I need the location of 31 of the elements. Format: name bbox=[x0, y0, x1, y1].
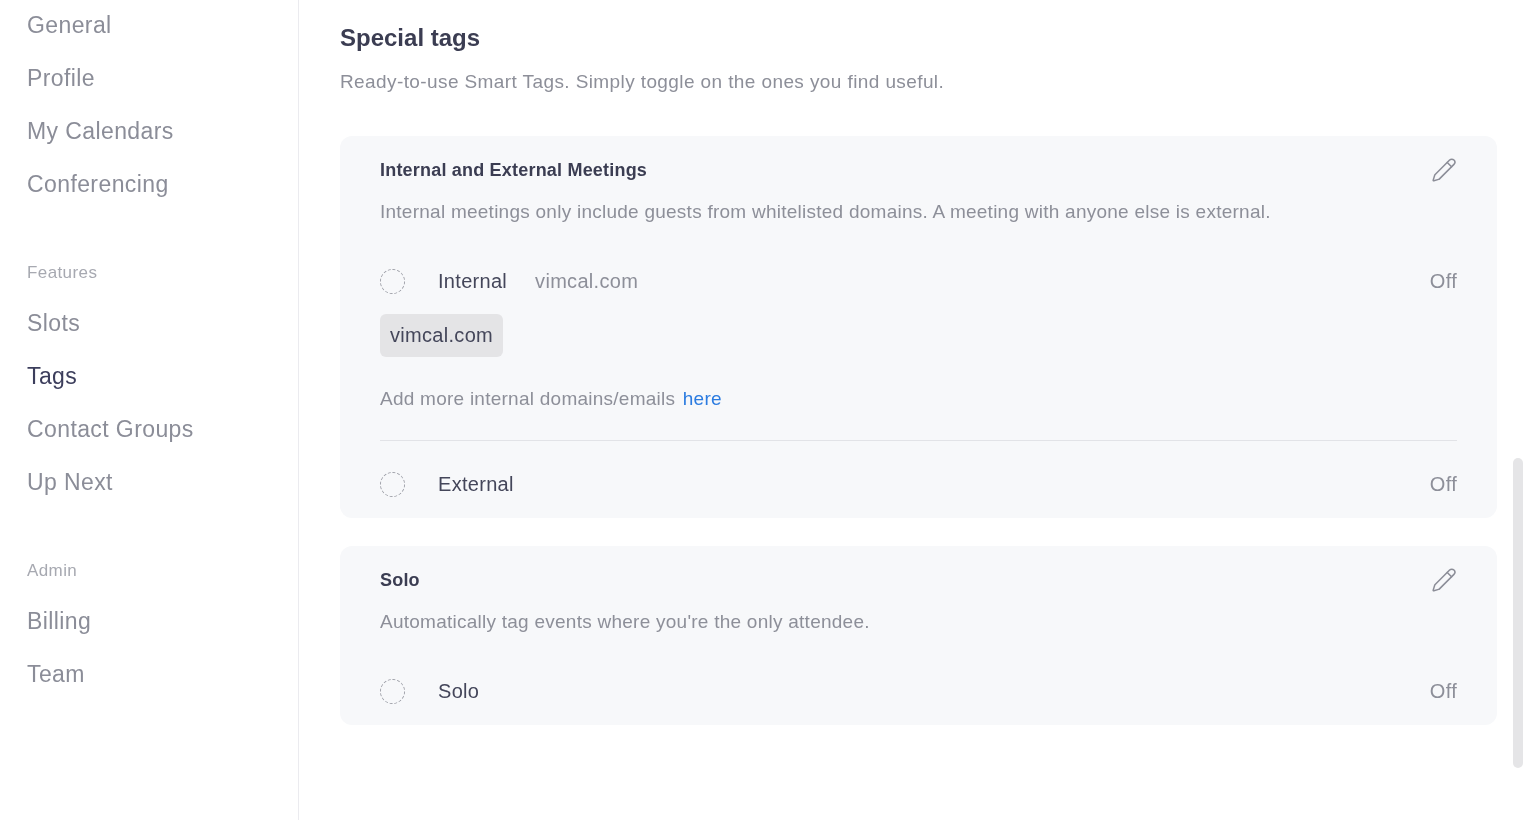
status-text: Off bbox=[1429, 679, 1457, 703]
nav-item[interactable]: Slots bbox=[27, 298, 81, 348]
pencil-icon[interactable] bbox=[1431, 567, 1457, 593]
option-label: Solo bbox=[438, 679, 480, 703]
card-title: Solo bbox=[380, 569, 420, 592]
nav-item[interactable]: Tags bbox=[27, 351, 78, 401]
nav-item[interactable]: Team bbox=[27, 649, 85, 699]
page-title: Special tags bbox=[340, 23, 481, 53]
nav-item[interactable]: Up Next bbox=[27, 457, 113, 507]
option-label: External bbox=[438, 472, 514, 496]
nav-item[interactable]: Contact Groups bbox=[27, 404, 194, 454]
hint-text: Add more internal domains/emails here bbox=[380, 387, 722, 411]
status-text: Off bbox=[1429, 269, 1457, 293]
nav-item[interactable]: Billing bbox=[27, 596, 92, 646]
card-description: Internal meetings only include guests from whitelisted domains. A meeting with anyone else is external. bbox=[380, 200, 1271, 224]
card-description: Automatically tag events where you're the only attendee. bbox=[380, 610, 870, 634]
status-text: Off bbox=[1429, 472, 1457, 496]
domain-chip: vimcal.com bbox=[380, 314, 503, 357]
option-label: Internal bbox=[438, 269, 508, 293]
card-title: Internal and External Meetings bbox=[380, 159, 648, 182]
section-heading: Admin bbox=[27, 560, 78, 582]
page-subtitle: Ready-to-use Smart Tags. Simply toggle on the ones you find useful. bbox=[340, 70, 945, 94]
section-heading: Features bbox=[27, 262, 98, 284]
here-link[interactable]: here bbox=[682, 388, 722, 409]
nav-item[interactable]: My Calendars bbox=[27, 106, 174, 156]
nav-item[interactable]: Profile bbox=[27, 53, 95, 103]
domain-text: vimcal.com bbox=[535, 269, 639, 293]
pencil-icon[interactable] bbox=[1431, 157, 1457, 183]
scrollbar[interactable] bbox=[1513, 458, 1523, 768]
nav-item[interactable]: Conferencing bbox=[27, 159, 169, 209]
nav-item[interactable]: General bbox=[27, 0, 112, 50]
